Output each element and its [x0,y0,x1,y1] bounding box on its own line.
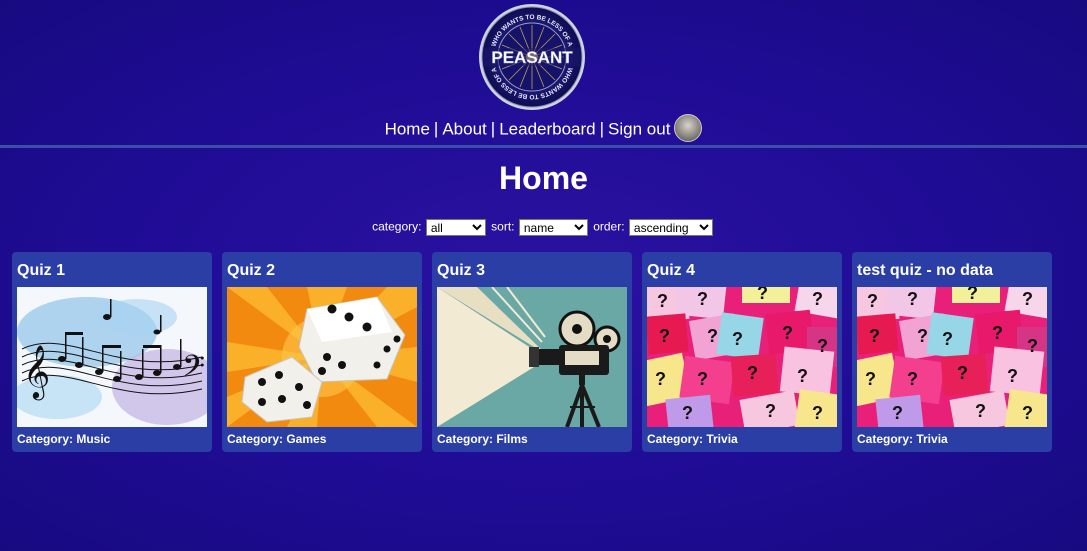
order-label: order: [593,219,625,234]
nav-separator: | [490,119,496,139]
svg-text:?: ? [697,369,708,389]
quiz-category: Category: Trivia [857,432,948,446]
svg-text:?: ? [707,326,718,346]
svg-text:?: ? [747,363,758,383]
quiz-card[interactable]: test quiz - no data ???? ????? ???? ? ? … [852,252,1052,452]
svg-text:𝄢: 𝄢 [182,350,205,391]
svg-text:?: ? [732,329,743,349]
nav-leaderboard-link[interactable]: Leaderboard [499,119,595,138]
svg-text:?: ? [655,369,666,389]
svg-text:?: ? [1027,336,1038,356]
peasant-logo[interactable]: WHO WANTS TO BE LESS OF A WHO WANTS TO B… [477,2,587,112]
svg-text:?: ? [765,401,776,421]
svg-text:𝄞: 𝄞 [23,344,50,400]
svg-text:?: ? [682,403,693,423]
svg-text:?: ? [907,369,918,389]
quiz-category: Category: Games [227,432,327,446]
film-projector-image [437,287,627,427]
svg-text:?: ? [697,289,708,309]
question-marks-image: ???? ????? ???? ??? [857,287,1047,427]
svg-text:?: ? [967,287,978,303]
quiz-category: Category: Films [437,432,528,446]
nav-home-link[interactable]: Home [385,119,430,138]
main-nav: Home | About | Leaderboard | Sign out [0,114,1087,144]
svg-text:?: ? [975,401,986,421]
svg-text:?: ? [992,323,1003,343]
svg-text:?: ? [797,366,808,386]
sort-label: sort: [491,219,515,234]
question-marks-image: ???? ????? ???? ??? [647,287,837,427]
svg-text:?: ? [817,336,828,356]
order-select[interactable]: ascending [628,219,713,236]
page-title: Home [499,160,588,196]
quiz-title: Quiz 1 [17,262,66,279]
nav-separator: | [433,119,439,139]
nav-about-link[interactable]: About [442,119,486,138]
logo-text: PEASANT [491,48,573,67]
quiz-card[interactable]: Quiz 4 ???? ????? ???? ??? Category: Tri… [642,252,842,452]
svg-text:?: ? [812,289,823,309]
quiz-title: test quiz - no data [857,262,993,279]
quiz-title: Quiz 4 [647,262,696,279]
sort-select[interactable]: name [518,219,588,236]
nav-separator: | [599,119,605,139]
svg-text:?: ? [907,289,918,309]
quiz-category: Category: Music [17,432,111,446]
category-label: category: [372,219,422,234]
svg-text:?: ? [782,323,793,343]
svg-text:?: ? [917,326,928,346]
quiz-card[interactable]: Quiz 1 𝄞 𝄢 Category: Music [12,252,212,452]
music-notes-image: 𝄞 𝄢 [17,287,207,427]
svg-text:?: ? [659,326,670,346]
quiz-card[interactable]: Quiz 3 Category: Films [432,252,632,452]
quiz-title: Quiz 3 [437,262,486,279]
svg-text:?: ? [812,403,823,423]
svg-text:?: ? [892,403,903,423]
dice-image [227,287,417,427]
svg-text:?: ? [1022,289,1033,309]
svg-text:?: ? [942,329,953,349]
svg-text:?: ? [757,287,768,303]
quiz-title: Quiz 2 [227,262,276,279]
svg-text:?: ? [957,363,968,383]
nav-signout-link[interactable]: Sign out [608,119,670,138]
svg-text:?: ? [657,291,668,311]
svg-text:?: ? [1007,366,1018,386]
filter-controls: category: all sort: name order: ascendin… [0,219,1087,236]
user-avatar[interactable] [674,114,703,142]
svg-text:?: ? [869,326,880,346]
svg-text:?: ? [865,369,876,389]
site-header: WHO WANTS TO BE LESS OF A WHO WANTS TO B… [0,0,1087,148]
svg-text:?: ? [867,291,878,311]
svg-text:?: ? [1022,403,1033,423]
quiz-category: Category: Trivia [647,432,738,446]
category-select[interactable]: all [425,219,486,236]
quiz-card[interactable]: Quiz 2 Category: Games [222,252,422,452]
